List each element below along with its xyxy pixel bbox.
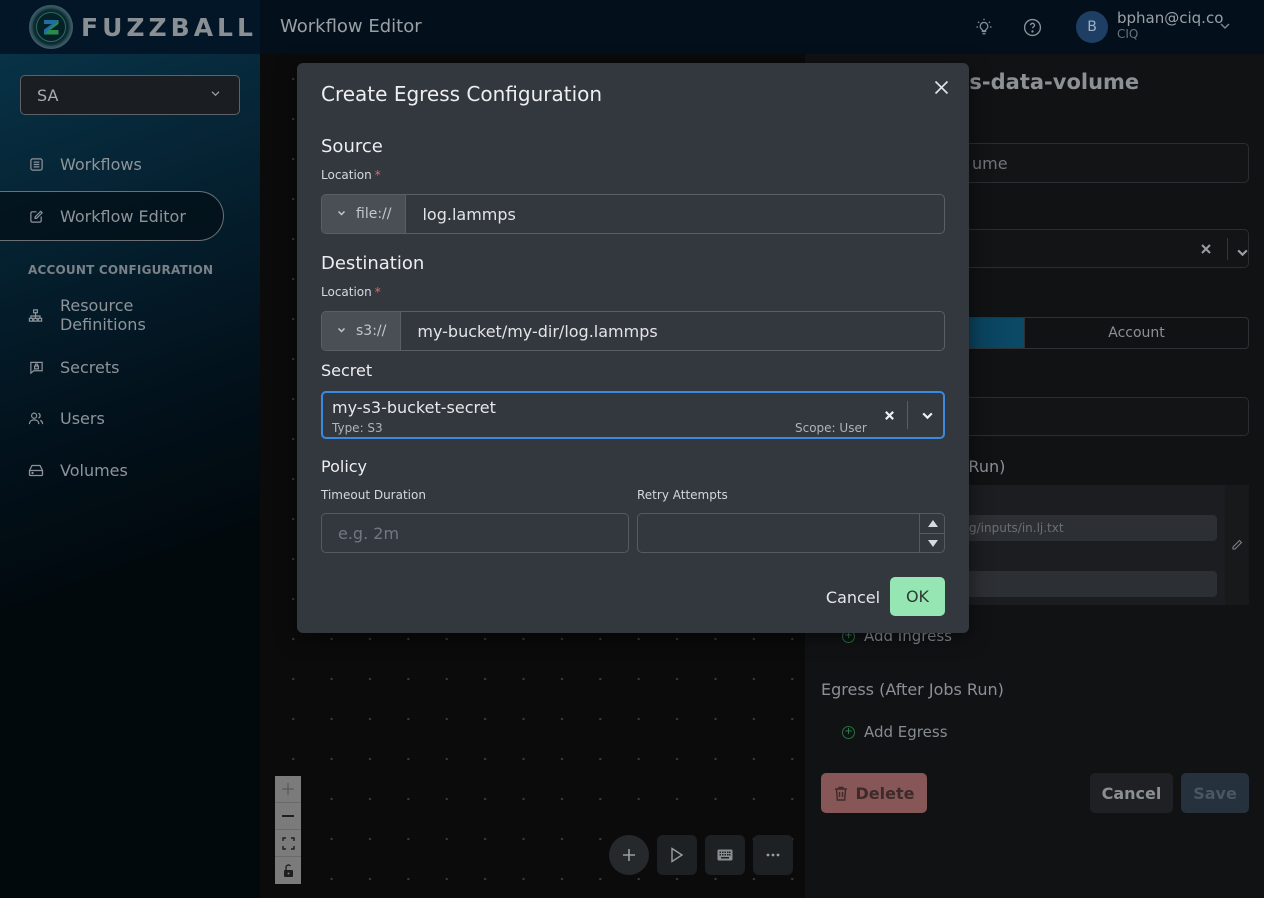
- source-protocol-select[interactable]: file://: [322, 195, 407, 233]
- timeout-label: Timeout Duration: [321, 488, 426, 502]
- source-location-input[interactable]: log.lammps: [406, 195, 944, 233]
- select-divider: [907, 401, 908, 429]
- retry-label: Retry Attempts: [637, 488, 728, 502]
- policy-heading: Policy: [321, 457, 368, 476]
- ok-button[interactable]: OK: [890, 577, 945, 616]
- destination-location-label: Location *: [321, 285, 381, 299]
- label-text: Location: [321, 285, 372, 299]
- secret-heading: Secret: [321, 361, 373, 380]
- chevron-down-icon[interactable]: [917, 405, 937, 425]
- increment-button[interactable]: [920, 513, 945, 533]
- decrement-button[interactable]: [920, 533, 945, 553]
- destination-location-input[interactable]: my-bucket/my-dir/log.lammps: [401, 312, 944, 350]
- source-location-value: log.lammps: [422, 204, 516, 224]
- clear-icon[interactable]: [881, 405, 897, 425]
- chevron-down-icon: [337, 209, 346, 219]
- timeout-duration-input[interactable]: [321, 513, 629, 553]
- retry-attempts-input[interactable]: [637, 513, 945, 553]
- destination-protocol-select[interactable]: s3://: [322, 312, 402, 350]
- close-icon[interactable]: [931, 77, 951, 97]
- retry-attempts-stepper: [919, 513, 945, 553]
- chevron-down-icon: [337, 326, 346, 336]
- destination-heading: Destination: [321, 253, 425, 274]
- dialog-title: Create Egress Configuration: [321, 82, 603, 106]
- destination-location-field: s3:// my-bucket/my-dir/log.lammps: [321, 311, 945, 351]
- secret-type: Type: S3: [332, 421, 383, 435]
- secret-scope: Scope: User: [795, 421, 867, 435]
- secret-select[interactable]: my-s3-bucket-secret Type: S3 Scope: User: [321, 391, 945, 439]
- secret-name: my-s3-bucket-secret: [332, 398, 496, 417]
- source-location-field: file:// log.lammps: [321, 194, 945, 234]
- source-heading: Source: [321, 136, 383, 157]
- source-protocol-value: file://: [356, 206, 392, 222]
- required-mark: *: [374, 285, 381, 299]
- cancel-button[interactable]: Cancel: [805, 577, 901, 617]
- required-mark: *: [374, 168, 381, 182]
- destination-protocol-value: s3://: [356, 323, 387, 339]
- label-text: Location: [321, 168, 372, 182]
- destination-location-value: my-bucket/my-dir/log.lammps: [417, 321, 658, 341]
- create-egress-dialog: Create Egress Configuration Source Locat…: [297, 63, 969, 633]
- source-location-label: Location *: [321, 168, 381, 182]
